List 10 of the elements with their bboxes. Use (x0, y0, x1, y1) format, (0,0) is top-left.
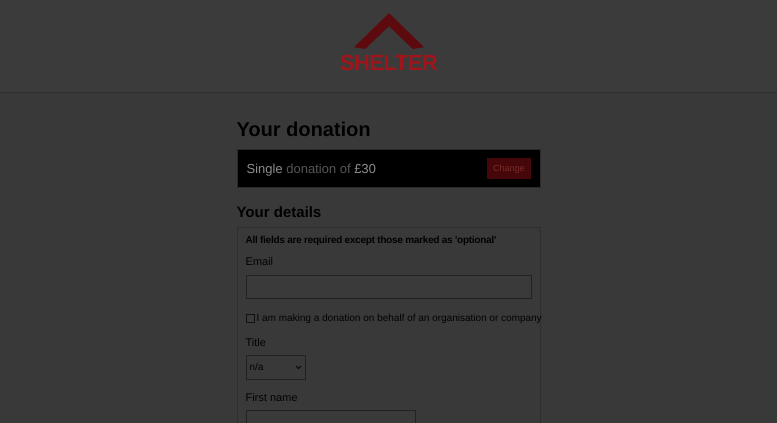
form-note: All fields are required except those marked as 'optional' (246, 234, 498, 247)
field-label: First name (246, 392, 298, 405)
section-heading: Your donation (236, 118, 372, 142)
checkbox-label: I am making a donation on behalf of an organisation or company (256, 312, 542, 325)
field-label: Email (246, 256, 274, 269)
title-select[interactable]: n/a (246, 355, 306, 380)
logo-text[interactable]: SHELTER (340, 52, 438, 74)
section-heading: Your details (236, 204, 322, 222)
donation-text: Single donation of £30 (246, 160, 376, 178)
field-label: Title (246, 337, 267, 350)
